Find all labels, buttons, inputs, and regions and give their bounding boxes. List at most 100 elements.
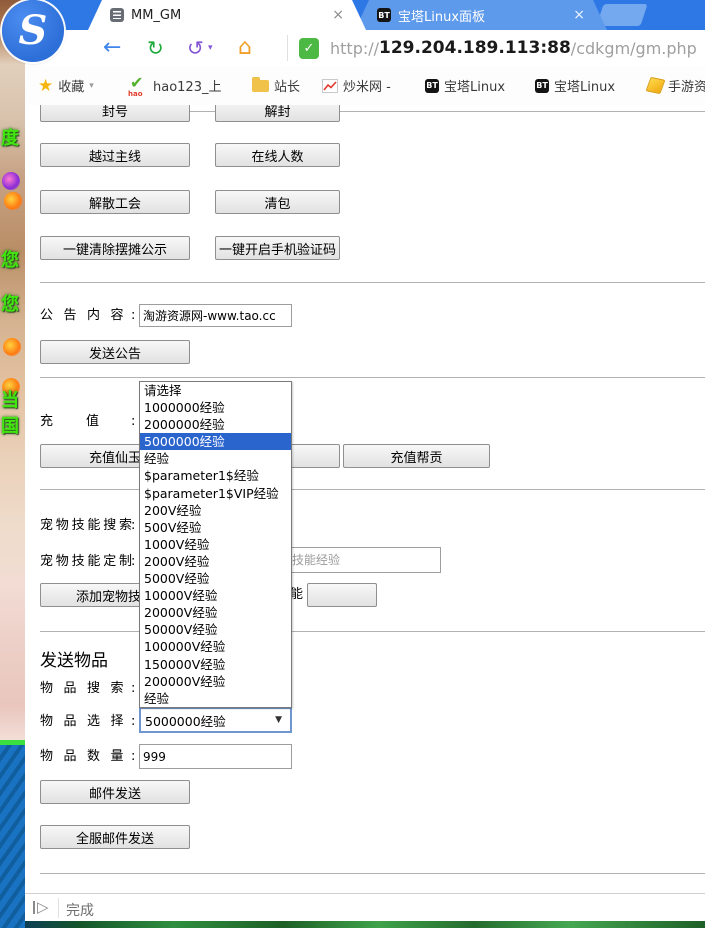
url-path: /cdkgm/gm.php bbox=[571, 39, 697, 58]
refresh-icon[interactable]: ↻ bbox=[147, 30, 164, 66]
bookmark-shouyou[interactable]: 手游资 bbox=[648, 66, 705, 105]
bookmark-baota-1[interactable]: BT 宝塔Linux bbox=[425, 66, 505, 105]
dropdown-option[interactable]: 经验 bbox=[140, 450, 291, 467]
divider bbox=[40, 873, 705, 874]
dropdown-option[interactable]: 5000000经验 bbox=[140, 433, 291, 450]
send-announcement-button[interactable]: 发送公告 bbox=[40, 340, 190, 364]
play-arrow-icon: ▷ bbox=[33, 900, 49, 915]
skill-exp-input[interactable] bbox=[288, 547, 441, 573]
game-text-glyph: 您 bbox=[1, 296, 19, 314]
unban-account-button[interactable]: 解封 bbox=[215, 105, 340, 122]
security-shield-icon[interactable]: ✓ bbox=[299, 38, 319, 59]
dropdown-option[interactable]: 1000V经验 bbox=[140, 536, 291, 553]
game-text-glyph: 国 bbox=[1, 418, 19, 436]
tab-title: 宝塔Linux面板 bbox=[398, 6, 566, 25]
dropdown-option[interactable]: 200000V经验 bbox=[140, 673, 291, 690]
tab-mm-gm[interactable]: MM_GM × bbox=[88, 0, 366, 30]
item-select-dropdown-list: 请选择1000000经验2000000经验5000000经验经验$paramet… bbox=[139, 381, 292, 708]
clear-stall-notice-button[interactable]: 一键清除摆摊公示 bbox=[40, 236, 190, 260]
bookmark-baota-2[interactable]: BT 宝塔Linux bbox=[535, 66, 615, 105]
announcement-label: 公告内容 bbox=[40, 308, 134, 323]
bookmark-label: 站长 bbox=[274, 76, 300, 95]
dropdown-option[interactable]: 10000V经验 bbox=[140, 587, 291, 604]
dropdown-option[interactable]: 20000V经验 bbox=[140, 604, 291, 621]
online-count-button[interactable]: 在线人数 bbox=[215, 143, 340, 167]
bookmark-label: 手游资 bbox=[668, 76, 705, 95]
bookmark-label: 宝塔Linux bbox=[554, 76, 615, 95]
chevron-down-icon: ▾ bbox=[89, 81, 94, 91]
send-mail-button[interactable]: 邮件发送 bbox=[40, 780, 190, 804]
item-select[interactable]: 5000000经验 ▼ bbox=[139, 707, 292, 733]
status-divider bbox=[58, 898, 59, 918]
tab-baota-panel[interactable]: BT 宝塔Linux面板 × bbox=[355, 0, 607, 30]
orb-decoration bbox=[4, 192, 22, 210]
dropdown-option[interactable]: 50000V经验 bbox=[140, 621, 291, 638]
item-quantity-input[interactable] bbox=[139, 744, 292, 769]
divider bbox=[40, 377, 705, 378]
gm-panel-page: 封号 解封 越过主线 在线人数 解散工会 清包 一键清除摆摊公示 一键开启手机验… bbox=[25, 105, 705, 893]
chevron-down-icon: ▼ bbox=[275, 715, 282, 725]
label-colon: : bbox=[131, 749, 135, 764]
announcement-input[interactable] bbox=[139, 304, 292, 327]
dropdown-option[interactable]: $parameter1$经验 bbox=[140, 467, 291, 484]
dropdown-option[interactable]: 150000V经验 bbox=[140, 656, 291, 673]
game-text-glyph: 您 bbox=[1, 252, 19, 270]
item-select-value: 5000000经验 bbox=[145, 711, 226, 730]
send-mail-all-button[interactable]: 全服邮件发送 bbox=[40, 825, 190, 849]
recharge-banggong-button[interactable]: 充值帮贡 bbox=[343, 444, 490, 468]
desktop-wallpaper-strip bbox=[25, 921, 705, 928]
pet-skill-search-label: 宠物技能搜索 bbox=[40, 518, 135, 533]
logo-letter: S bbox=[19, 11, 48, 51]
address-bar[interactable]: http:// 129.204.189.113:88 /cdkgm/gm.php bbox=[330, 30, 697, 66]
dropdown-option[interactable]: 请选择 bbox=[140, 382, 291, 399]
game-text-glyph: 度 bbox=[1, 130, 19, 148]
line-chart-icon bbox=[322, 79, 338, 93]
screen: 度 您 您 当 国 BT 宝塔Linux面板 × MM_GM × ← ↻ ↺ ▾… bbox=[0, 0, 705, 928]
clear-bag-button[interactable]: 清包 bbox=[215, 190, 340, 214]
sogou-browser-logo[interactable]: S bbox=[2, 0, 64, 62]
bookmark-zhanzhang[interactable]: 站长 bbox=[252, 66, 300, 105]
dropdown-option[interactable]: 2000000经验 bbox=[140, 416, 291, 433]
background-window-blue-strip bbox=[0, 745, 25, 928]
chevron-down-icon[interactable]: ▾ bbox=[208, 30, 213, 66]
tab-title: MM_GM bbox=[131, 8, 325, 23]
item-select-label: 物品选择 bbox=[40, 714, 134, 729]
disband-guild-button[interactable]: 解散工会 bbox=[40, 190, 190, 214]
status-text: 完成 bbox=[66, 900, 94, 920]
dropdown-option[interactable]: 5000V经验 bbox=[140, 570, 291, 587]
close-icon[interactable]: × bbox=[573, 8, 585, 22]
orb-decoration bbox=[2, 172, 20, 190]
recharge-label: 充值 bbox=[40, 414, 132, 429]
url-scheme: http:// bbox=[330, 39, 379, 58]
send-item-heading: 发送物品 bbox=[40, 646, 108, 671]
dropdown-option[interactable]: 经验 bbox=[140, 690, 291, 707]
folder-icon bbox=[252, 80, 269, 92]
bookmark-favorites[interactable]: ★ 收藏 ▾ bbox=[38, 66, 94, 105]
ban-account-button[interactable]: 封号 bbox=[40, 105, 190, 122]
label-colon: : bbox=[131, 414, 135, 429]
undo-history-icon[interactable]: ↺ bbox=[187, 30, 204, 66]
label-colon: : bbox=[131, 518, 135, 533]
item-quantity-label: 物品数量 bbox=[40, 749, 134, 764]
close-icon[interactable]: × bbox=[332, 8, 344, 22]
bookmark-label: hao123_上 bbox=[153, 76, 221, 95]
dropdown-option[interactable]: 2000V经验 bbox=[140, 553, 291, 570]
new-tab-button[interactable] bbox=[596, 4, 647, 26]
baota-icon: BT bbox=[425, 79, 439, 93]
pet-skill-covered-button[interactable] bbox=[307, 583, 377, 607]
dropdown-option[interactable]: 100000V经验 bbox=[140, 638, 291, 655]
dropdown-option[interactable]: 200V经验 bbox=[140, 502, 291, 519]
dropdown-option[interactable]: $parameter1$VIP经验 bbox=[140, 485, 291, 502]
label-colon: : bbox=[131, 681, 135, 696]
address-bar-divider bbox=[287, 35, 288, 61]
url-host: 129.204.189.113:88 bbox=[379, 38, 571, 58]
dropdown-option[interactable]: 1000000经验 bbox=[140, 399, 291, 416]
bookmarks-bar: ★ 收藏 ▾ ✔hao hao123_上 站长 炒米网 - BT 宝塔Linux… bbox=[25, 66, 705, 106]
bookmark-chaomi[interactable]: 炒米网 - bbox=[322, 66, 391, 105]
back-icon[interactable]: ← bbox=[103, 30, 121, 66]
skip-mainline-button[interactable]: 越过主线 bbox=[40, 143, 190, 167]
home-icon[interactable]: ⌂ bbox=[238, 30, 252, 66]
bookmark-hao123[interactable]: ✔hao hao123_上 bbox=[128, 66, 221, 105]
dropdown-option[interactable]: 500V经验 bbox=[140, 519, 291, 536]
enable-phone-verify-button[interactable]: 一键开启手机验证码 bbox=[215, 236, 340, 260]
